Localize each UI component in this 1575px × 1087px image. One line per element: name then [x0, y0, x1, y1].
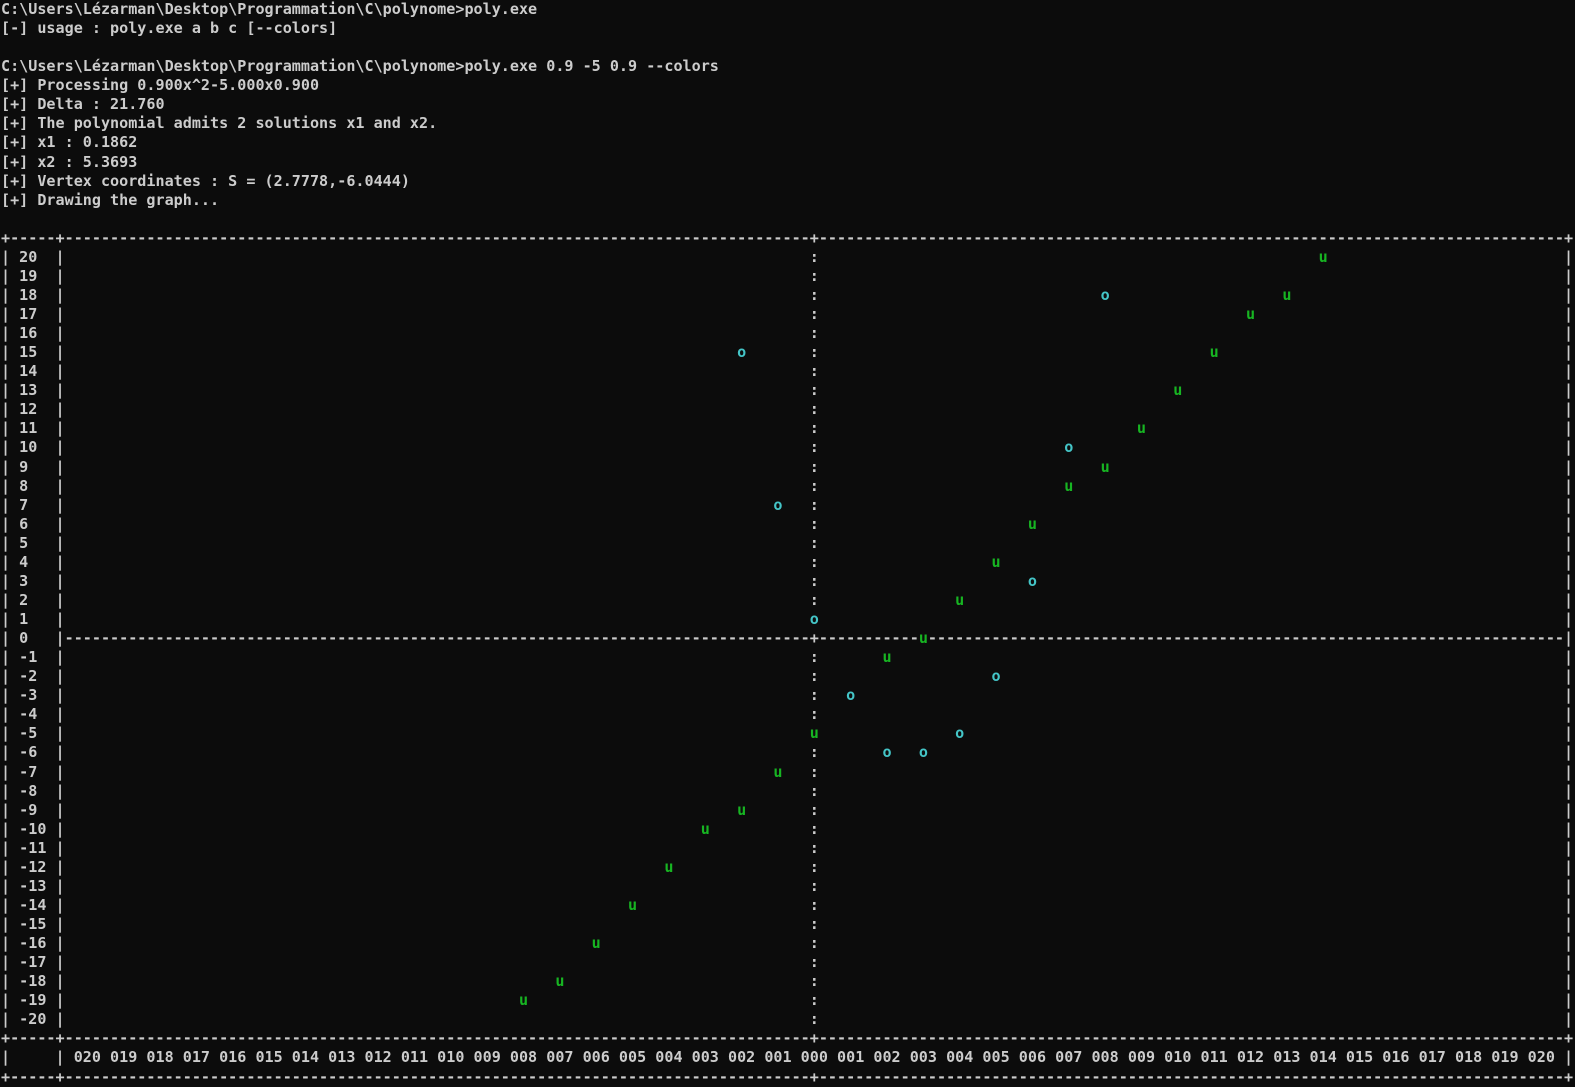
graph-row-y-14: | -14 | u : | [1, 896, 1575, 915]
derivative-point: u [919, 629, 928, 647]
terminal-line-11 [1, 210, 1575, 229]
derivative-point: u [992, 553, 1001, 571]
graph-final-border: +-----+---------------------------------… [1, 1068, 1575, 1087]
derivative-point: u [773, 763, 782, 781]
graph-row-y-1: | -1 | : u | [1, 648, 1575, 667]
derivative-point: u [1210, 343, 1219, 361]
terminal-screen: C:\Users\Lézarman\Desktop\Programmation\… [0, 0, 1575, 1087]
graph-row-y-4: | -4 | : | [1, 705, 1575, 724]
graph-row-y-7: | -7 | u : | [1, 763, 1575, 782]
derivative-point: u [1173, 381, 1182, 399]
derivative-point: u [701, 820, 710, 838]
terminal-line-7: [+] x1 : 0.1862 [1, 133, 1575, 152]
curve-point: o [1028, 572, 1037, 590]
curve-point: o [737, 343, 746, 361]
graph-row-y16: | 16 | : | [1, 324, 1575, 343]
curve-point: o [992, 667, 1001, 685]
derivative-point: u [1246, 305, 1255, 323]
graph-row-y2: | 2 | : u | [1, 591, 1575, 610]
derivative-point: u [1101, 458, 1110, 476]
derivative-point: u [882, 648, 891, 666]
graph-row-y15: | 15 | o : u | [1, 343, 1575, 362]
graph-row-y-20: | -20 | : | [1, 1010, 1575, 1029]
graph-row-y12: | 12 | : | [1, 400, 1575, 419]
derivative-point: u [555, 972, 564, 990]
graph-row-y9: | 9 | : u | [1, 458, 1575, 477]
curve-point: o [955, 724, 964, 742]
derivative-point: u [955, 591, 964, 609]
graph-row-y-17: | -17 | : | [1, 953, 1575, 972]
graph-row-y-10: | -10 | u : | [1, 820, 1575, 839]
graph-row-y8: | 8 | : u | [1, 477, 1575, 496]
derivative-point: u [664, 858, 673, 876]
terminal-line-1: [-] usage : poly.exe a b c [--colors] [1, 19, 1575, 38]
graph-row-y-18: | -18 | u : | [1, 972, 1575, 991]
derivative-point: u [592, 934, 601, 952]
graph-row-y-3: | -3 | : o | [1, 686, 1575, 705]
graph-row-y-15: | -15 | : | [1, 915, 1575, 934]
graph-row-y-16: | -16 | u : | [1, 934, 1575, 953]
derivative-point: u [1282, 286, 1291, 304]
terminal-line-9: [+] Vertex coordinates : S = (2.7778,-6.… [1, 172, 1575, 191]
curve-point: o [1064, 438, 1073, 456]
curve-point: o [810, 610, 819, 628]
curve-point: o [1101, 286, 1110, 304]
graph-row-y0: | 0 |-----------------------------------… [1, 629, 1575, 648]
curve-point: o [919, 743, 928, 761]
derivative-point: u [1137, 419, 1146, 437]
derivative-point: u [737, 801, 746, 819]
graph-row-y6: | 6 | : u | [1, 515, 1575, 534]
graph-top-border: +-----+---------------------------------… [1, 229, 1575, 248]
graph-row-y-8: | -8 | : | [1, 782, 1575, 801]
terminal-line-2 [1, 38, 1575, 57]
graph-row-y19: | 19 | : | [1, 267, 1575, 286]
graph-row-y-2: | -2 | : o | [1, 667, 1575, 686]
curve-point: o [773, 496, 782, 514]
terminal-line-10: [+] Drawing the graph... [1, 191, 1575, 210]
graph-row-y-11: | -11 | : | [1, 839, 1575, 858]
graph-row-y-13: | -13 | : | [1, 877, 1575, 896]
graph-row-y-19: | -19 | u : | [1, 991, 1575, 1010]
terminal-line-4: [+] Processing 0.900x^2-5.000x0.900 [1, 76, 1575, 95]
graph-row-y-12: | -12 | u : | [1, 858, 1575, 877]
curve-point: o [882, 743, 891, 761]
curve-point: o [846, 686, 855, 704]
derivative-point: u [1064, 477, 1073, 495]
graph-row-y13: | 13 | : u | [1, 381, 1575, 400]
graph-row-y11: | 11 | : u | [1, 419, 1575, 438]
derivative-point: u [1319, 248, 1328, 266]
derivative-point: u [810, 724, 819, 742]
graph-row-y1: | 1 | o | [1, 610, 1575, 629]
derivative-point: u [628, 896, 637, 914]
graph-row-y20: | 20 | : u | [1, 248, 1575, 267]
graph-row-y7: | 7 | o : | [1, 496, 1575, 515]
graph-row-y-6: | -6 | : o o | [1, 743, 1575, 762]
terminal-line-8: [+] x2 : 5.3693 [1, 153, 1575, 172]
terminal-line-6: [+] The polynomial admits 2 solutions x1… [1, 114, 1575, 133]
graph-row-y14: | 14 | : | [1, 362, 1575, 381]
graph-row-y-9: | -9 | u : | [1, 801, 1575, 820]
graph-row-y5: | 5 | : | [1, 534, 1575, 553]
graph-row-y17: | 17 | : u | [1, 305, 1575, 324]
terminal-line-0: C:\Users\Lézarman\Desktop\Programmation\… [1, 0, 1575, 19]
graph-x-axis-labels: | | 020 019 018 017 016 015 014 013 012 … [1, 1048, 1575, 1067]
graph-row-y-5: | -5 | u o | [1, 724, 1575, 743]
derivative-point: u [519, 991, 528, 1009]
graph-row-y10: | 10 | : o | [1, 438, 1575, 457]
graph-row-y4: | 4 | : u | [1, 553, 1575, 572]
graph-row-y18: | 18 | : o u | [1, 286, 1575, 305]
terminal-line-3: C:\Users\Lézarman\Desktop\Programmation\… [1, 57, 1575, 76]
terminal-line-5: [+] Delta : 21.760 [1, 95, 1575, 114]
graph-row-y3: | 3 | : o | [1, 572, 1575, 591]
graph-bottom-border: +-----+---------------------------------… [1, 1029, 1575, 1048]
derivative-point: u [1028, 515, 1037, 533]
terminal-window: C:\Users\Lézarman\Desktop\Programmation\… [0, 0, 1575, 1087]
